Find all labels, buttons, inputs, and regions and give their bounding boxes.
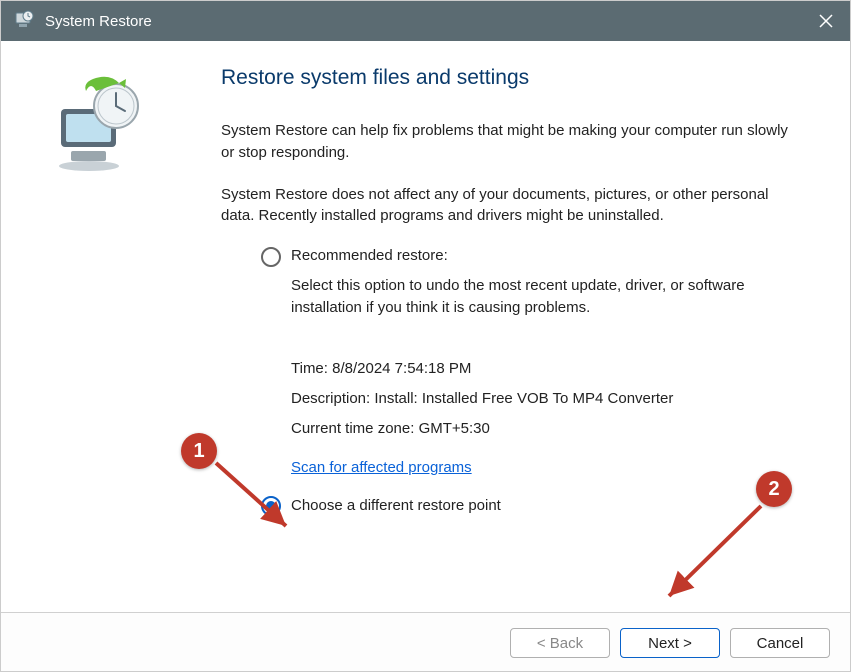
page-heading: Restore system files and settings [221, 66, 790, 90]
close-button[interactable] [802, 1, 850, 41]
restore-options-group: Recommended restore: Select this option … [261, 247, 790, 516]
back-button[interactable]: < Back [510, 628, 610, 658]
cancel-button[interactable]: Cancel [730, 628, 830, 658]
restore-desc-value: Install: Installed Free VOB To MP4 Conve… [374, 390, 673, 407]
restore-point-info: Time: 8/8/2024 7:54:18 PM Description: I… [291, 354, 790, 444]
restore-time-row: Time: 8/8/2024 7:54:18 PM [291, 354, 790, 384]
choose-different-label: Choose a different restore point [291, 497, 501, 514]
recommended-restore-label: Recommended restore: [291, 247, 448, 264]
recommended-restore-desc: Select this option to undo the most rece… [291, 275, 790, 319]
restore-tz-value: GMT+5:30 [419, 420, 490, 437]
wizard-footer: < Back Next > Cancel [1, 612, 850, 672]
restore-tz-row: Current time zone: GMT+5:30 [291, 414, 790, 444]
annotation-arrow-2 [651, 496, 781, 616]
recommended-restore-option[interactable]: Recommended restore: [261, 247, 790, 267]
next-button[interactable]: Next > [620, 628, 720, 658]
wizard-sidebar [1, 41, 191, 612]
recommended-restore-radio[interactable] [261, 247, 281, 267]
window-title: System Restore [45, 13, 802, 30]
system-restore-icon [11, 9, 35, 33]
intro-para-2: System Restore does not affect any of yo… [221, 184, 790, 228]
scan-affected-programs-link[interactable]: Scan for affected programs [291, 459, 472, 476]
close-icon [819, 14, 833, 28]
system-restore-wizard-icon [41, 71, 151, 181]
system-restore-window: System Restore Restore system files and … [0, 0, 851, 672]
titlebar: System Restore [1, 1, 850, 41]
restore-desc-row: Description: Install: Installed Free VOB… [291, 384, 790, 414]
restore-time-value: 8/8/2024 7:54:18 PM [332, 360, 471, 377]
annotation-arrow-1 [206, 451, 306, 551]
intro-para-1: System Restore can help fix problems tha… [221, 120, 790, 164]
